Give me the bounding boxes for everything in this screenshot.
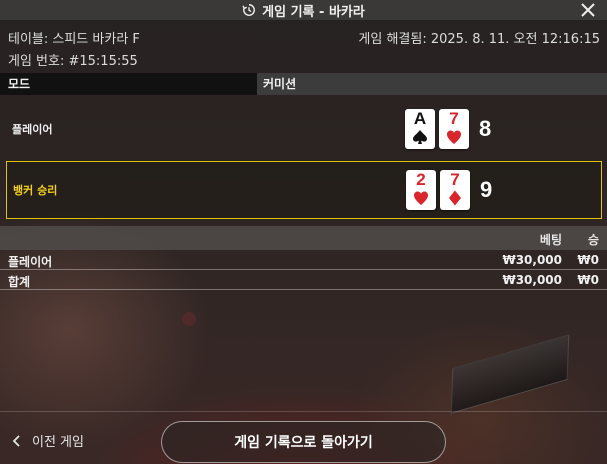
previous-game-label: 이전 게임 [32,435,84,450]
modal-header: 게임 기록 - 바카라 [0,0,607,20]
table-row: 플레이어 ₩30,000 ₩0 [0,250,607,270]
banker-hand-label: 뱅커 승리 [13,184,58,197]
total-label: 합계 [8,275,31,289]
modal-footer: 이전 게임 게임 기록으로 돌아가기 [0,411,607,464]
game-info: 테이블: 스피드 바카라 F 게임 번호: #15:15:55 게임 해결됨: … [0,20,607,72]
history-icon [242,4,256,16]
heart-icon [414,191,428,205]
diamond-icon [449,190,461,206]
player-cards: A 7 [405,109,469,149]
bets-table-header: 베팅 승 [0,226,607,250]
settled-time: 게임 해결됨: 2025. 8. 11. 오전 12:16:15 [358,32,600,47]
mode-label: 모드 [0,73,257,95]
previous-game-button[interactable]: 이전 게임 [12,431,84,450]
total-bet-amount: ₩30,000 [502,273,562,287]
modal-title: 게임 기록 - 바카라 [262,4,365,20]
table-row: 합계 ₩30,000 ₩0 [0,270,607,290]
player-score: 8 [479,116,492,141]
card-rank: A [413,109,427,128]
bets-table: 베팅 승 플레이어 ₩30,000 ₩0 합계 ₩30,000 ₩0 [0,226,607,290]
mode-bar: 모드 커미션 [0,73,607,95]
win-amount: ₩0 [577,253,599,267]
card-rank: 2 [416,170,426,189]
close-icon [581,3,595,17]
table-name: 테이블: 스피드 바카라 F [8,32,140,47]
banker-hand-row: 뱅커 승리 2 7 9 [6,161,602,219]
card-rank: 7 [450,170,460,189]
playing-card: 7 [440,170,470,210]
total-win-amount: ₩0 [577,273,599,287]
player-hand-row: 플레이어 A 7 8 [6,100,602,158]
background-chip [182,312,196,326]
back-to-history-button[interactable]: 게임 기록으로 돌아가기 [161,421,446,463]
bet-column-header: 베팅 [539,233,562,247]
playing-card: 7 [439,109,469,149]
player-hand-label: 플레이어 [12,123,53,136]
playing-card: 2 [406,170,436,210]
card-rank: 7 [449,109,459,128]
banker-cards: 2 7 [406,170,470,210]
background-card-shoe [450,334,570,414]
mode-value: 커미션 [257,73,607,95]
back-to-history-label: 게임 기록으로 돌아가기 [234,435,373,451]
win-column-header: 승 [587,233,599,247]
chevron-left-icon [12,434,20,447]
close-button[interactable] [579,0,597,20]
round-number: 게임 번호: #15:15:55 [8,54,138,69]
playing-card: A [405,109,435,149]
banker-score: 9 [480,177,493,202]
bet-amount: ₩30,000 [502,253,562,267]
spade-icon [413,130,427,144]
bet-name: 플레이어 [8,255,53,269]
heart-icon [447,130,461,144]
